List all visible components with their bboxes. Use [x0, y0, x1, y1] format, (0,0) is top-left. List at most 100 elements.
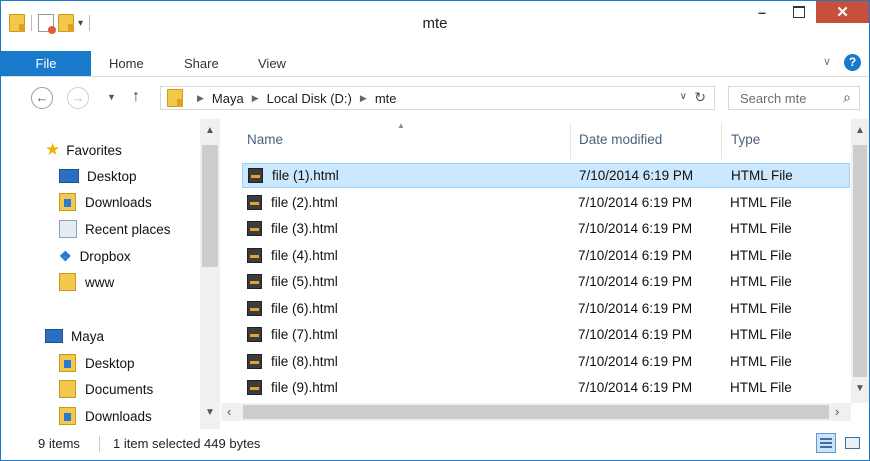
forward-button[interactable]: → [67, 87, 89, 109]
file-type: HTML File [730, 353, 792, 369]
maximize-button[interactable] [782, 1, 816, 23]
file-date: 7/10/2014 6:19 PM [578, 247, 693, 263]
horizontal-scrollbar[interactable]: ‹ › [221, 403, 851, 421]
nav-item-www[interactable]: www [59, 271, 114, 293]
column-date[interactable]: Date modified [579, 132, 662, 147]
dropbox-icon: ❖ [59, 247, 72, 264]
file-row[interactable]: file (7).html 7/10/2014 6:19 PM HTML File [242, 322, 850, 347]
nav-item-desktop[interactable]: Desktop [59, 165, 137, 187]
scroll-thumb[interactable] [243, 405, 829, 419]
file-name: file (1).html [272, 168, 339, 183]
html-file-icon [247, 247, 262, 263]
file-date: 7/10/2014 6:19 PM [579, 168, 694, 183]
desktop-icon [59, 169, 79, 183]
file-list-scrollbar[interactable]: ▲ ▼ [851, 119, 869, 403]
close-button[interactable]: ✕ [816, 1, 869, 23]
address-dropdown-icon[interactable]: ∨ [680, 91, 687, 102]
scroll-down-icon[interactable]: ▼ [200, 407, 220, 418]
back-button[interactable]: ← [31, 87, 53, 109]
file-list: ▲ Name Date modified Type file (1).html 7… [239, 119, 851, 403]
column-type[interactable]: Type [731, 132, 760, 147]
html-file-icon [247, 274, 262, 289]
chevron-right-icon[interactable]: ▶ [197, 93, 204, 104]
scroll-down-icon[interactable]: ▼ [851, 383, 869, 394]
html-file-icon [247, 380, 262, 395]
breadcrumb-item[interactable]: mte [375, 91, 397, 106]
search-placeholder: Search mte [740, 91, 807, 106]
file-name: file (3).html [271, 221, 338, 236]
large-icons-view-button[interactable] [842, 433, 862, 453]
file-row[interactable]: file (1).html 7/10/2014 6:19 PM HTML File [242, 163, 850, 188]
tab-view[interactable]: View [258, 51, 286, 76]
computer-icon [45, 329, 63, 343]
details-view-button[interactable] [816, 433, 836, 453]
nav-item-recent-places[interactable]: Recent places [59, 218, 171, 240]
nav-label: Desktop [87, 168, 137, 184]
star-icon: ★ [45, 140, 61, 159]
scroll-up-icon[interactable]: ▲ [200, 125, 220, 136]
address-row: ← → ▼ ↑ ▶ Maya ▶ Local Disk (D:) ▶ mte ∨… [1, 77, 869, 119]
nav-scrollbar[interactable]: ▲ ▼ [200, 119, 220, 429]
refresh-icon[interactable]: ↻ [694, 89, 706, 106]
file-row[interactable]: file (3).html 7/10/2014 6:19 PM HTML File [242, 216, 850, 241]
file-row[interactable]: file (9).html 7/10/2014 6:19 PM HTML File [242, 375, 850, 400]
navigation-pane: ★ Favorites Desktop Downloads Recent pla… [1, 119, 221, 429]
search-icon[interactable]: ⌕ [843, 89, 851, 106]
minimize-button[interactable]: – [742, 1, 782, 23]
recent-locations-icon[interactable]: ▼ [107, 92, 116, 102]
tab-home[interactable]: Home [109, 51, 144, 76]
scroll-up-icon[interactable]: ▲ [851, 125, 869, 136]
file-name: file (6).html [271, 300, 338, 316]
tab-share[interactable]: Share [184, 51, 219, 76]
file-name: file (2).html [271, 194, 338, 210]
nav-computer[interactable]: Maya [45, 325, 104, 347]
file-type: HTML File [730, 380, 792, 395]
file-row[interactable]: file (5).html 7/10/2014 6:19 PM HTML File [242, 269, 850, 294]
nav-item-desktop[interactable]: Desktop [59, 352, 135, 374]
file-row[interactable]: file (6).html 7/10/2014 6:19 PM HTML File [242, 296, 850, 321]
file-type: HTML File [730, 194, 792, 210]
chevron-right-icon[interactable]: ▶ [360, 93, 367, 104]
column-name[interactable]: Name [247, 132, 283, 147]
breadcrumb-item[interactable]: Local Disk (D:) [267, 91, 352, 106]
scroll-right-icon[interactable]: › [835, 404, 839, 419]
maximize-icon [793, 6, 805, 18]
scroll-thumb[interactable] [202, 145, 218, 267]
file-date: 7/10/2014 6:19 PM [578, 274, 693, 289]
file-date: 7/10/2014 6:19 PM [578, 327, 693, 342]
file-type: HTML File [730, 327, 792, 342]
chevron-right-icon[interactable]: ▶ [252, 93, 259, 104]
file-row[interactable]: file (8).html 7/10/2014 6:19 PM HTML File [242, 349, 850, 374]
explorer-window: ▾ mte – ✕ File Home Share View ∨ ? ← → ▼… [0, 0, 870, 461]
file-name: file (9).html [271, 380, 338, 395]
documents-folder-icon [59, 380, 76, 398]
help-icon[interactable]: ? [844, 54, 861, 71]
search-input[interactable]: Search mte ⌕ [728, 86, 860, 110]
scroll-thumb[interactable] [853, 145, 867, 377]
tab-file[interactable]: File [1, 51, 91, 76]
up-button[interactable]: ↑ [132, 88, 140, 106]
address-bar[interactable]: ▶ Maya ▶ Local Disk (D:) ▶ mte ∨ ↻ [160, 86, 715, 110]
file-row[interactable]: file (4).html 7/10/2014 6:19 PM HTML File [242, 243, 850, 268]
html-file-icon [247, 353, 262, 369]
nav-label: Dropbox [79, 248, 131, 264]
status-separator [99, 436, 100, 452]
expand-ribbon-icon[interactable]: ∨ [823, 55, 831, 68]
title-bar: ▾ mte – ✕ [1, 1, 869, 51]
file-row[interactable]: file (2).html 7/10/2014 6:19 PM HTML File [242, 190, 850, 215]
nav-item-documents[interactable]: Documents [59, 378, 153, 400]
ribbon-tabs: File Home Share View ∨ ? [1, 51, 869, 77]
file-name: file (4).html [271, 247, 338, 263]
column-divider[interactable] [570, 123, 571, 159]
scroll-left-icon[interactable]: ‹ [227, 404, 231, 419]
breadcrumb-item[interactable]: Maya [212, 91, 244, 106]
file-name: file (5).html [271, 274, 338, 289]
nav-item-dropbox[interactable]: ❖ Dropbox [59, 245, 131, 267]
file-type: HTML File [730, 221, 792, 236]
item-count: 9 items [38, 436, 80, 451]
nav-item-downloads[interactable]: Downloads [59, 405, 152, 427]
column-divider[interactable] [721, 123, 722, 159]
nav-favorites[interactable]: ★ Favorites [45, 139, 122, 161]
file-date: 7/10/2014 6:19 PM [578, 221, 693, 236]
nav-item-downloads[interactable]: Downloads [59, 191, 152, 213]
